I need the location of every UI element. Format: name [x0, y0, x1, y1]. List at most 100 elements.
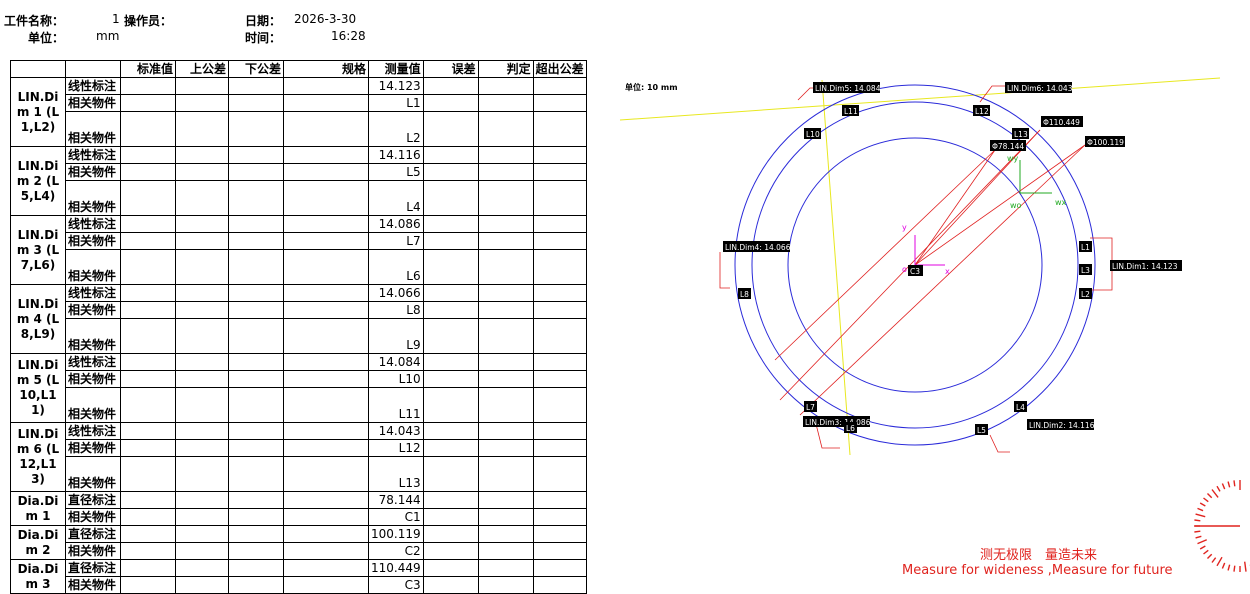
- empty-cell: [477, 163, 534, 181]
- empty-cell: [477, 77, 534, 95]
- empty-cell: [120, 94, 176, 112]
- empty-cell: [422, 111, 479, 147]
- empty-cell: [422, 559, 479, 577]
- table-row: Dia.Dim 2 直径标注 100.119: [10, 525, 587, 560]
- type-cell: 相关物件: [65, 542, 121, 560]
- tag-L2: L2: [1081, 290, 1090, 299]
- empty-cell: [228, 215, 284, 233]
- empty-cell: [120, 559, 176, 577]
- axis-wx-label: wx: [1055, 198, 1067, 207]
- axis-wy-label: wy: [1007, 154, 1019, 163]
- empty-cell: [175, 353, 229, 371]
- empty-cell: [283, 111, 369, 147]
- empty-cell: [175, 249, 229, 285]
- empty-cell: [228, 284, 284, 302]
- empty-cell: [422, 542, 479, 560]
- col-header-upper-tol: 上公差: [175, 60, 229, 78]
- type-cell: 线性标注: [65, 215, 121, 233]
- group-name-cell: LIN.Dim 5 (L10,L11): [10, 353, 66, 423]
- empty-cell: [120, 249, 176, 285]
- type-cell: 线性标注: [65, 77, 121, 95]
- guide-line: [821, 79, 851, 456]
- empty-cell: [120, 370, 176, 388]
- empty-cell: [120, 180, 176, 216]
- type-cell: 相关物件: [65, 301, 121, 319]
- empty-cell: [228, 249, 284, 285]
- phi3-label: Φ100.119: [1087, 138, 1124, 147]
- measured-value-cell: L2: [368, 111, 424, 147]
- empty-cell: [283, 508, 369, 526]
- table-row: LIN.Dim 1 (L1,L2) 线性标注 14.123: [10, 77, 587, 147]
- table-row: 相关物件 L10: [11, 370, 587, 388]
- measured-value-cell: L10: [368, 370, 424, 388]
- empty-cell: [228, 559, 284, 577]
- empty-cell: [228, 439, 284, 457]
- empty-cell: [283, 525, 369, 543]
- measured-value-cell: 110.449: [368, 559, 424, 577]
- measurement-drawing: 单位: 10 mm x y o wx wy wo LIN.Dim1: 14.12…: [619, 77, 1221, 456]
- type-cell: 相关物件: [65, 249, 121, 285]
- empty-cell: [283, 215, 369, 233]
- empty-cell: [228, 180, 284, 216]
- group-name-cell: LIN.Dim 4 (L8,L9): [10, 284, 66, 354]
- axis-o-label: o: [902, 265, 907, 274]
- empty-cell: [228, 146, 284, 164]
- empty-cell: [477, 491, 534, 509]
- empty-cell: [175, 370, 229, 388]
- empty-cell: [532, 525, 587, 543]
- col-header-lower-tol: 下公差: [228, 60, 284, 78]
- measured-value-cell: C1: [368, 508, 424, 526]
- phi2-label: Φ78.144: [992, 142, 1024, 151]
- tag-L8: L8: [740, 290, 749, 299]
- empty-cell: [422, 491, 479, 509]
- measured-value-cell: 100.119: [368, 525, 424, 543]
- col-header-measured: 测量值: [368, 60, 424, 78]
- dim4-label: LIN.Dim4: 14.066: [725, 243, 791, 252]
- measured-value-cell: 14.116: [368, 146, 424, 164]
- empty-cell: [532, 163, 587, 181]
- empty-cell: [532, 94, 587, 112]
- measured-value-cell: L7: [368, 232, 424, 250]
- empty-cell: [228, 525, 284, 543]
- empty-cell: [477, 284, 534, 302]
- type-cell: 相关物件: [65, 318, 121, 354]
- empty-cell: [120, 163, 176, 181]
- time-value: 16:28: [331, 29, 366, 43]
- empty-cell: [228, 77, 284, 95]
- axis-wo-label: wo: [1010, 201, 1022, 210]
- empty-cell: [228, 422, 284, 440]
- tag-L11: L11: [844, 107, 858, 116]
- empty-cell: [532, 559, 587, 577]
- empty-cell: [422, 180, 479, 216]
- dim3-label: LIN.Dim3: 14.086: [805, 418, 871, 427]
- measured-value-cell: 14.086: [368, 215, 424, 233]
- type-cell: 线性标注: [65, 422, 121, 440]
- diameter-leaders: [774, 129, 1086, 416]
- empty-cell: [477, 180, 534, 216]
- empty-cell: [532, 387, 587, 423]
- empty-cell: [228, 318, 284, 354]
- empty-cell: [175, 559, 229, 577]
- tag-L6: L6: [846, 424, 855, 433]
- table-row: 相关物件 L2: [11, 111, 587, 147]
- col-header-judge: 判定: [477, 60, 534, 78]
- empty-cell: [477, 422, 534, 440]
- empty-cell: [422, 525, 479, 543]
- empty-cell: [283, 77, 369, 95]
- group-name-cell: LIN.Dim 3 (L7,L6): [10, 215, 66, 285]
- empty-cell: [228, 94, 284, 112]
- measured-value-cell: 14.084: [368, 353, 424, 371]
- axis-x-label: x: [945, 267, 950, 276]
- table-row: 相关物件 C3: [11, 576, 587, 594]
- empty-cell: [422, 576, 479, 594]
- empty-cell: [283, 542, 369, 560]
- empty-cell: [283, 232, 369, 250]
- empty-cell: [532, 215, 587, 233]
- empty-cell: [175, 508, 229, 526]
- empty-cell: [175, 525, 229, 543]
- empty-cell: [477, 353, 534, 371]
- type-cell: 相关物件: [65, 163, 121, 181]
- empty-cell: [120, 576, 176, 594]
- table-row: 相关物件 L4: [11, 180, 587, 216]
- empty-cell: [228, 353, 284, 371]
